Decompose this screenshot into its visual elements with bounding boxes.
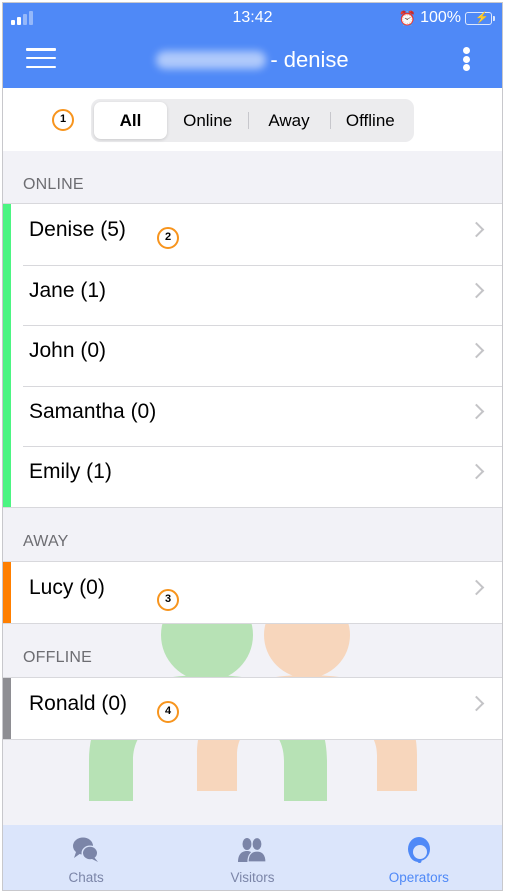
filter-tab-offline[interactable]: Offline <box>329 102 411 139</box>
header: 13:42 ⏰ 100% ⚡ - denise <box>3 3 502 88</box>
operator-group-offline: Ronald (0) <box>3 677 502 740</box>
operator-headset-icon <box>407 837 430 863</box>
more-vertical-icon[interactable] <box>462 47 470 71</box>
battery-percent: 100% <box>420 9 461 26</box>
annotation-badge-1: 1 <box>52 109 74 131</box>
chevron-right-icon <box>468 463 485 480</box>
operator-row[interactable]: Ronald (0) <box>3 678 502 739</box>
chevron-right-icon <box>468 403 485 419</box>
operator-name: Emily (1) <box>29 460 112 483</box>
alarm-clock-icon: ⏰ <box>398 9 417 26</box>
chevron-right-icon <box>468 282 485 298</box>
operator-row[interactable]: Lucy (0) <box>3 562 502 623</box>
section-header-away: AWAY <box>23 533 69 550</box>
page-title-operator: - denise <box>270 47 349 72</box>
tab-label: Operators <box>388 870 449 885</box>
filter-bar: 1 All Online Away Offline <box>3 88 502 151</box>
operator-name: Ronald (0) <box>29 692 128 715</box>
section-header-offline: OFFLINE <box>23 649 92 666</box>
chevron-right-icon <box>468 221 485 238</box>
bottom-tab-bar: Chats Visitors Operators <box>3 825 502 890</box>
page-title: - denise <box>3 47 502 73</box>
filter-tab-away[interactable]: Away <box>248 102 329 139</box>
tab-operators[interactable]: Operators <box>336 825 502 890</box>
nav-bar: - denise <box>3 38 502 78</box>
filter-tab-all[interactable]: All <box>94 102 167 139</box>
section-header-online: ONLINE <box>23 176 84 193</box>
operator-row[interactable]: Denise (5) <box>3 204 502 265</box>
chevron-right-icon <box>468 579 485 596</box>
tab-visitors[interactable]: Visitors <box>169 825 335 890</box>
operator-group-away: Lucy (0) <box>3 561 502 624</box>
operator-name: Jane (1) <box>29 278 107 302</box>
operator-name: Lucy (0) <box>29 576 105 599</box>
filter-tab-online[interactable]: Online <box>167 102 248 139</box>
battery-icon: ⚡ <box>465 11 495 25</box>
status-filter-segmented-control: All Online Away Offline <box>91 99 414 142</box>
app-screen: 13:42 ⏰ 100% ⚡ - denise 1 All Online Awa… <box>2 2 503 891</box>
operator-group-online: Denise (5) Jane (1) John (0) Samantha (0… <box>3 203 502 508</box>
annotation-badge-3: 3 <box>157 589 179 611</box>
operator-name: Denise (5) <box>29 218 126 241</box>
annotation-badge-2: 2 <box>157 227 179 249</box>
charging-bolt-icon: ⚡ <box>475 11 489 24</box>
battery-status: ⏰ 100% ⚡ <box>398 9 495 27</box>
chat-bubbles-icon <box>73 837 99 862</box>
operator-row[interactable]: John (0) <box>3 325 502 386</box>
operator-row[interactable]: Jane (1) <box>3 264 502 326</box>
tab-label: Chats <box>68 870 104 885</box>
annotation-badge-4: 4 <box>157 701 179 723</box>
tab-label: Visitors <box>230 870 275 885</box>
obscured-account-name <box>156 51 267 69</box>
chevron-right-icon <box>468 695 485 712</box>
operator-name: John (0) <box>29 339 107 362</box>
operator-row[interactable]: Emily (1) <box>3 446 502 507</box>
operator-name: Samantha (0) <box>29 399 157 423</box>
operator-row[interactable]: Samantha (0) <box>3 385 502 447</box>
visitors-icon <box>238 836 268 863</box>
chevron-right-icon <box>468 342 485 359</box>
status-bar: 13:42 ⏰ 100% ⚡ <box>3 8 502 28</box>
tab-chats[interactable]: Chats <box>3 825 169 890</box>
